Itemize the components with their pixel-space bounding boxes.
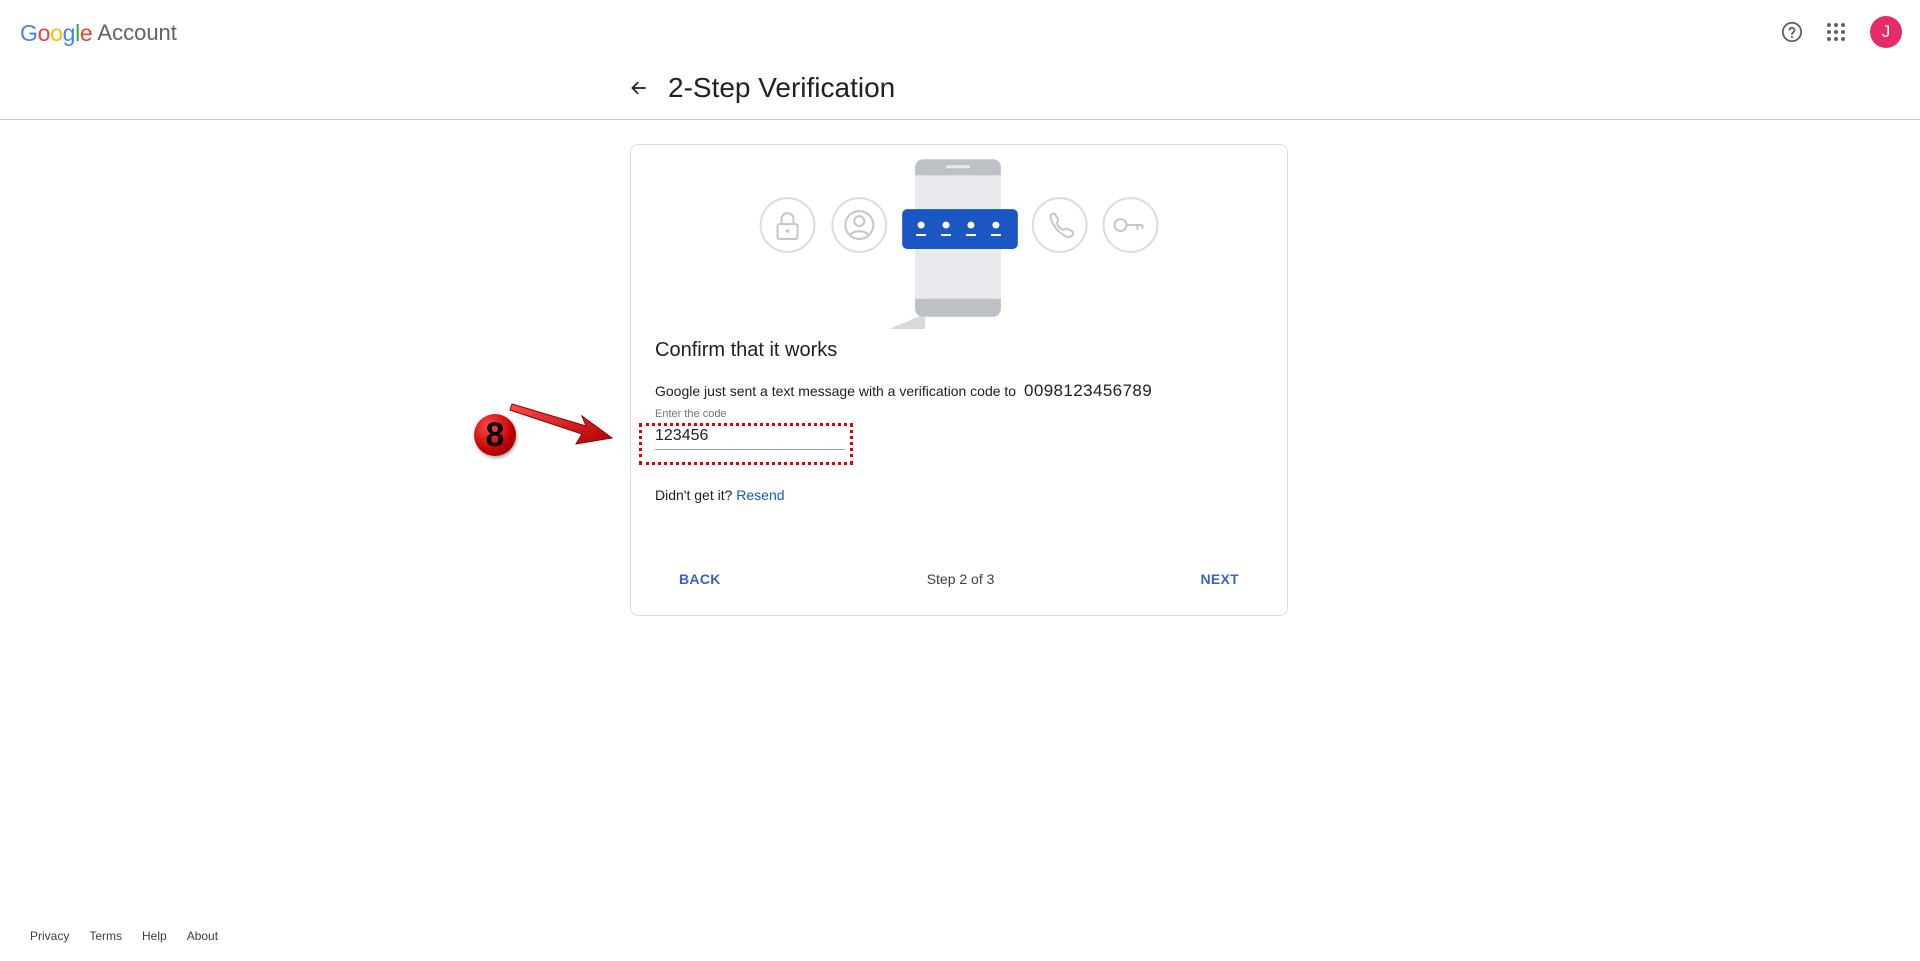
google-account-logo[interactable]: Google Account <box>20 18 177 48</box>
page-title: 2-Step Verification <box>668 72 896 103</box>
header-actions: J <box>1778 16 1902 48</box>
step-indicator: Step 2 of 3 <box>926 571 995 587</box>
key-icon <box>1102 197 1159 253</box>
verification-code-input[interactable] <box>655 423 845 450</box>
phone-code-icon <box>889 159 1018 329</box>
phone-call-icon <box>1031 197 1088 253</box>
apps-grid-icon[interactable] <box>1822 18 1850 46</box>
lock-icon <box>759 197 816 253</box>
resend-prompt: Didn't get it? <box>655 487 733 503</box>
footer-link-help[interactable]: Help <box>142 929 167 943</box>
resend-row: Didn't get it? Resend <box>655 487 785 503</box>
page-header: 2-Step Verification <box>626 72 895 104</box>
google-logo-text: Google <box>20 19 93 46</box>
code-sent-description: Google just sent a text message with a v… <box>655 381 1152 401</box>
account-label: Account <box>97 20 177 45</box>
back-button[interactable]: BACK <box>655 563 745 595</box>
footer-link-about[interactable]: About <box>187 929 218 943</box>
footer-link-privacy[interactable]: Privacy <box>30 929 69 943</box>
account-circle-icon <box>831 197 888 253</box>
next-button[interactable]: NEXT <box>1176 563 1263 595</box>
card-footer: BACK Step 2 of 3 NEXT <box>655 561 1263 597</box>
avatar[interactable]: J <box>1870 16 1902 48</box>
header-divider <box>0 119 1920 120</box>
confirm-heading: Confirm that it works <box>655 339 838 361</box>
verification-card: Confirm that it works Google just sent a… <box>630 144 1288 616</box>
code-field-label: Enter the code <box>655 408 727 420</box>
annotation-arrow-icon <box>509 403 614 445</box>
footer-link-terms[interactable]: Terms <box>89 929 122 943</box>
phone-number: 0098123456789 <box>1023 381 1153 400</box>
resend-link[interactable]: Resend <box>736 487 784 503</box>
help-circle-icon[interactable] <box>1778 18 1806 46</box>
verification-illustration <box>759 159 1159 329</box>
page-footer: Privacy Terms Help About <box>30 929 218 943</box>
arrow-back-icon[interactable] <box>626 75 652 101</box>
description-text: Google just sent a text message with a v… <box>655 383 1017 399</box>
